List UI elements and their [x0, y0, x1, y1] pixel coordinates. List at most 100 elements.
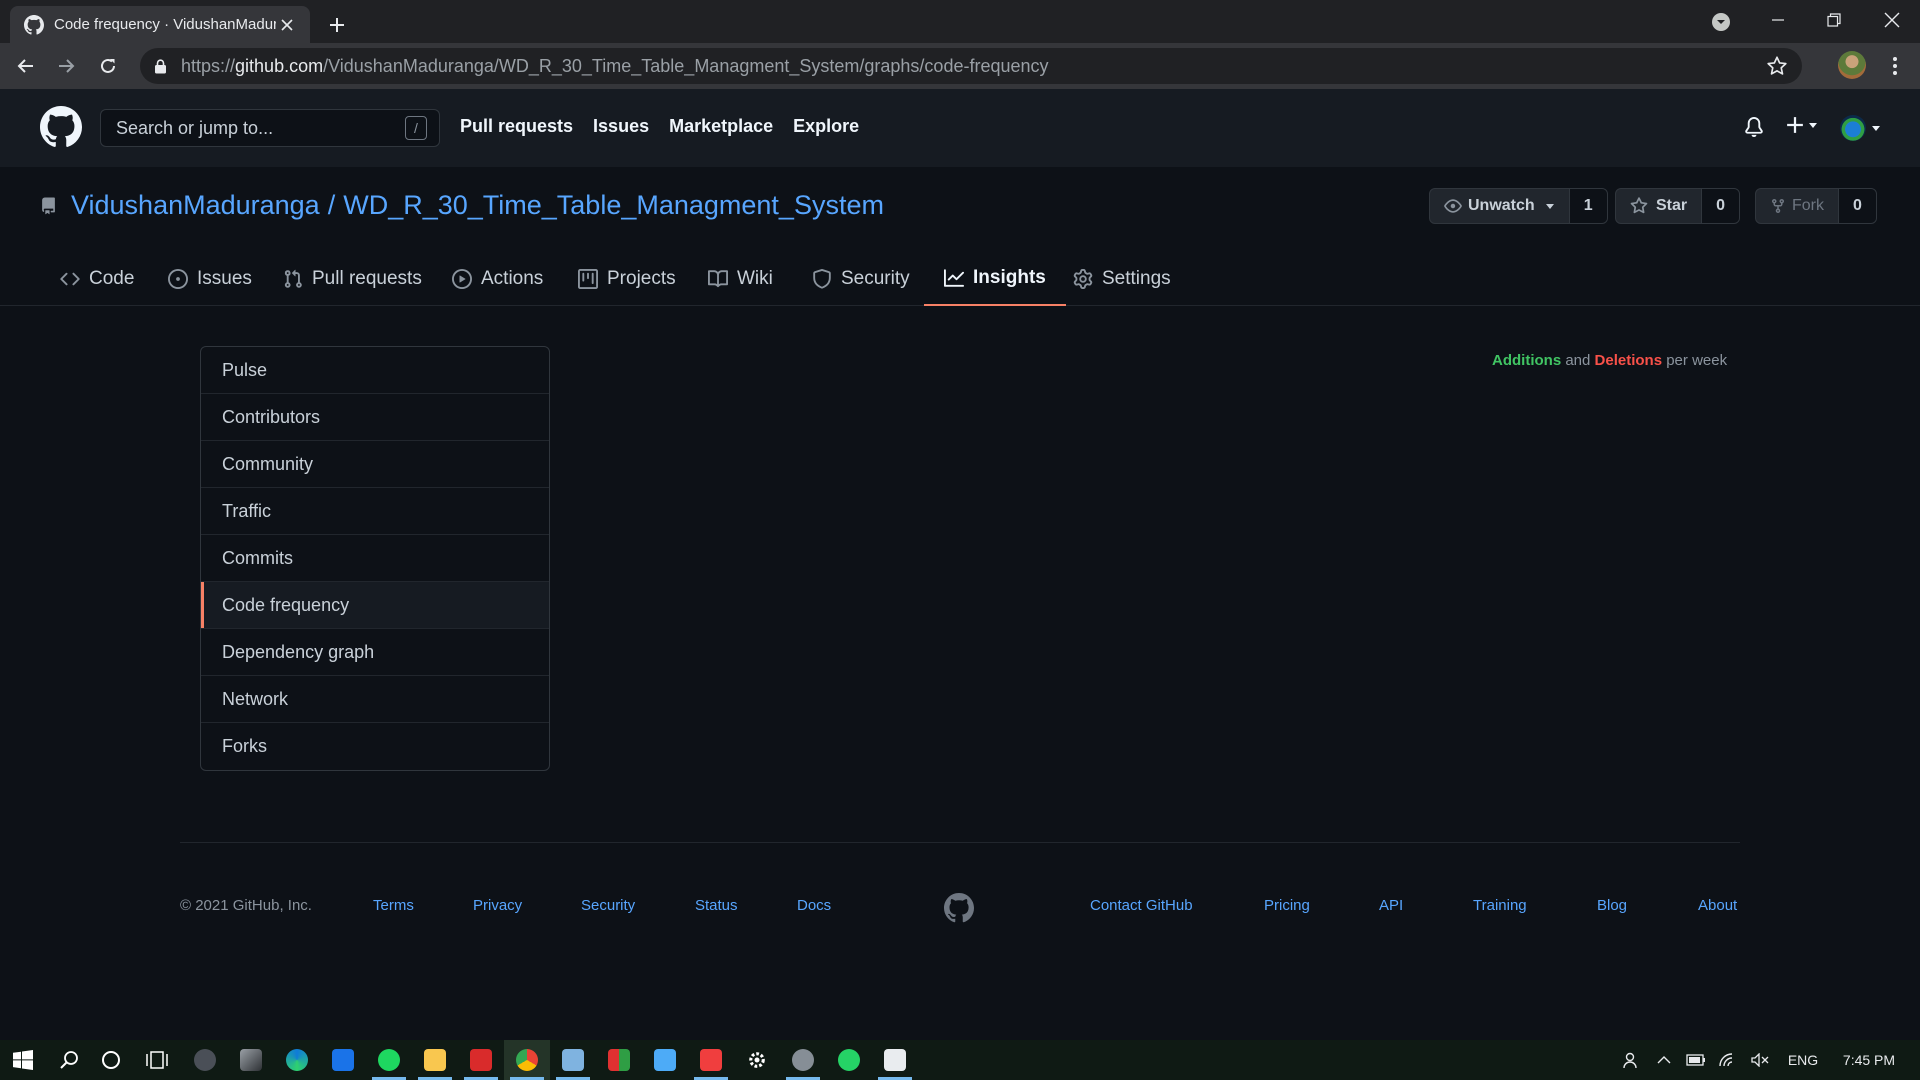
nav-pull-requests[interactable]: Pull requests [460, 116, 573, 137]
nav-explore[interactable]: Explore [793, 116, 859, 137]
browser-tab[interactable]: Code frequency · VidushanMaduranga/WD_R_… [10, 6, 310, 43]
octocat-footer-icon[interactable] [944, 893, 974, 923]
star-count[interactable]: 0 [1701, 189, 1740, 223]
taskbar-app-1[interactable] [182, 1040, 228, 1080]
tab-pull-requests[interactable]: Pull requests [283, 252, 422, 306]
windows-logo-icon [13, 1050, 33, 1070]
taskbar-app-16[interactable] [872, 1040, 918, 1080]
taskbar-app-2[interactable] [228, 1040, 274, 1080]
chevron-up-icon[interactable] [1648, 1040, 1680, 1080]
menu-item-network[interactable]: Network [201, 676, 549, 723]
minimize-icon [1772, 19, 1784, 21]
clock[interactable]: 7:45 PM [1830, 1040, 1908, 1080]
taskbar-app-10[interactable] [596, 1040, 642, 1080]
unwatch-label: Unwatch [1468, 197, 1535, 214]
taskbar-search-button[interactable] [46, 1040, 92, 1080]
back-button[interactable] [10, 50, 42, 82]
repo-owner-link[interactable]: VidushanMaduranga [71, 190, 320, 221]
taskbar-chrome[interactable] [504, 1040, 550, 1080]
windows-taskbar: ENG 7:45 PM [0, 1040, 1920, 1080]
taskbar-file-explorer[interactable] [412, 1040, 458, 1080]
menu-item-community[interactable]: Community [201, 441, 549, 488]
new-tab-button[interactable] [322, 10, 352, 40]
menu-item-commits[interactable]: Commits [201, 535, 549, 582]
menu-item-traffic[interactable]: Traffic [201, 488, 549, 535]
book-icon [708, 270, 728, 288]
tab-insights[interactable]: Insights [924, 252, 1066, 306]
tab-issues[interactable]: Issues [168, 252, 252, 306]
bookmark-star-icon[interactable] [1766, 55, 1788, 77]
taskbar-app-12[interactable] [688, 1040, 734, 1080]
chrome-menu-button[interactable] [1880, 53, 1910, 79]
tab-projects[interactable]: Projects [578, 252, 676, 306]
tab-search-button[interactable] [1706, 10, 1736, 34]
menu-item-forks[interactable]: Forks [201, 723, 549, 770]
watch-count[interactable]: 1 [1568, 189, 1607, 223]
footer-link-privacy[interactable]: Privacy [473, 897, 522, 914]
search-input[interactable] [116, 117, 405, 139]
cortana-button[interactable] [88, 1040, 134, 1080]
repo-name-link[interactable]: WD_R_30_Time_Table_Managment_System [343, 190, 884, 221]
octocat-logo-icon[interactable] [40, 106, 82, 148]
volume-muted-icon[interactable] [1744, 1040, 1776, 1080]
tab-settings[interactable]: Settings [1073, 252, 1171, 306]
footer-link-docs[interactable]: Docs [797, 897, 831, 914]
footer-link-terms[interactable]: Terms [373, 897, 414, 914]
forward-button[interactable] [50, 50, 82, 82]
footer-link-training[interactable]: Training [1473, 897, 1527, 914]
close-icon[interactable] [276, 14, 298, 36]
nav-issues[interactable]: Issues [593, 116, 649, 137]
lock-icon[interactable] [154, 58, 167, 74]
search-field[interactable]: / [100, 109, 440, 147]
menu-item-pulse[interactable]: Pulse [201, 347, 549, 394]
minimize-button[interactable] [1750, 0, 1806, 40]
profile-avatar[interactable] [1838, 51, 1866, 79]
taskbar-app-14[interactable] [780, 1040, 826, 1080]
menu-item-dependency-graph[interactable]: Dependency graph [201, 629, 549, 676]
forward-arrow-icon [59, 59, 75, 73]
footer-link-contact[interactable]: Contact GitHub [1090, 897, 1193, 914]
create-new-button[interactable] [1786, 116, 1818, 134]
reload-button[interactable] [92, 50, 124, 82]
restore-button[interactable] [1806, 0, 1862, 40]
taskbar-edge[interactable] [274, 1040, 320, 1080]
notifications-button[interactable] [1744, 116, 1764, 138]
start-button[interactable] [0, 1040, 46, 1080]
footer-link-status[interactable]: Status [695, 897, 738, 914]
caret-down-icon [1809, 123, 1817, 128]
people-icon[interactable] [1616, 1040, 1648, 1080]
footer-link-about[interactable]: About [1698, 897, 1737, 914]
fork-count[interactable]: 0 [1838, 189, 1876, 223]
footer-link-security[interactable]: Security [581, 897, 635, 914]
menu-item-contributors[interactable]: Contributors [201, 394, 549, 441]
footer-link-api[interactable]: API [1379, 897, 1403, 914]
nav-marketplace[interactable]: Marketplace [669, 116, 773, 137]
taskbar-spotify[interactable] [366, 1040, 412, 1080]
battery-icon[interactable] [1680, 1040, 1712, 1080]
star-button[interactable]: Star [1616, 189, 1701, 223]
task-view-button[interactable] [134, 1040, 180, 1080]
user-menu-button[interactable] [1840, 115, 1881, 141]
language-indicator[interactable]: ENG [1776, 1040, 1830, 1080]
taskbar-app-9[interactable] [550, 1040, 596, 1080]
fork-button[interactable]: Fork [1756, 189, 1838, 223]
taskbar-acrobat[interactable] [458, 1040, 504, 1080]
wifi-icon[interactable] [1712, 1040, 1744, 1080]
tab-actions[interactable]: Actions [452, 252, 543, 306]
taskbar-app-11[interactable] [642, 1040, 688, 1080]
unwatch-button[interactable]: Unwatch [1430, 189, 1569, 223]
tab-wiki[interactable]: Wiki [708, 252, 773, 306]
close-window-button[interactable] [1864, 0, 1920, 40]
taskbar-mail[interactable] [320, 1040, 366, 1080]
show-desktop-button[interactable] [1908, 1040, 1920, 1080]
footer-link-blog[interactable]: Blog [1597, 897, 1627, 914]
repo-title: VidushanMaduranga / WD_R_30_Time_Table_M… [40, 190, 884, 221]
tab-projects-label: Projects [607, 268, 676, 289]
tab-security[interactable]: Security [812, 252, 910, 306]
tab-code[interactable]: Code [60, 252, 134, 306]
taskbar-settings[interactable] [734, 1040, 780, 1080]
menu-item-code-frequency[interactable]: Code frequency [201, 582, 549, 629]
taskbar-whatsapp[interactable] [826, 1040, 872, 1080]
footer-link-pricing[interactable]: Pricing [1264, 897, 1310, 914]
address-bar[interactable]: https://github.com/VidushanMaduranga/WD_… [140, 48, 1802, 84]
